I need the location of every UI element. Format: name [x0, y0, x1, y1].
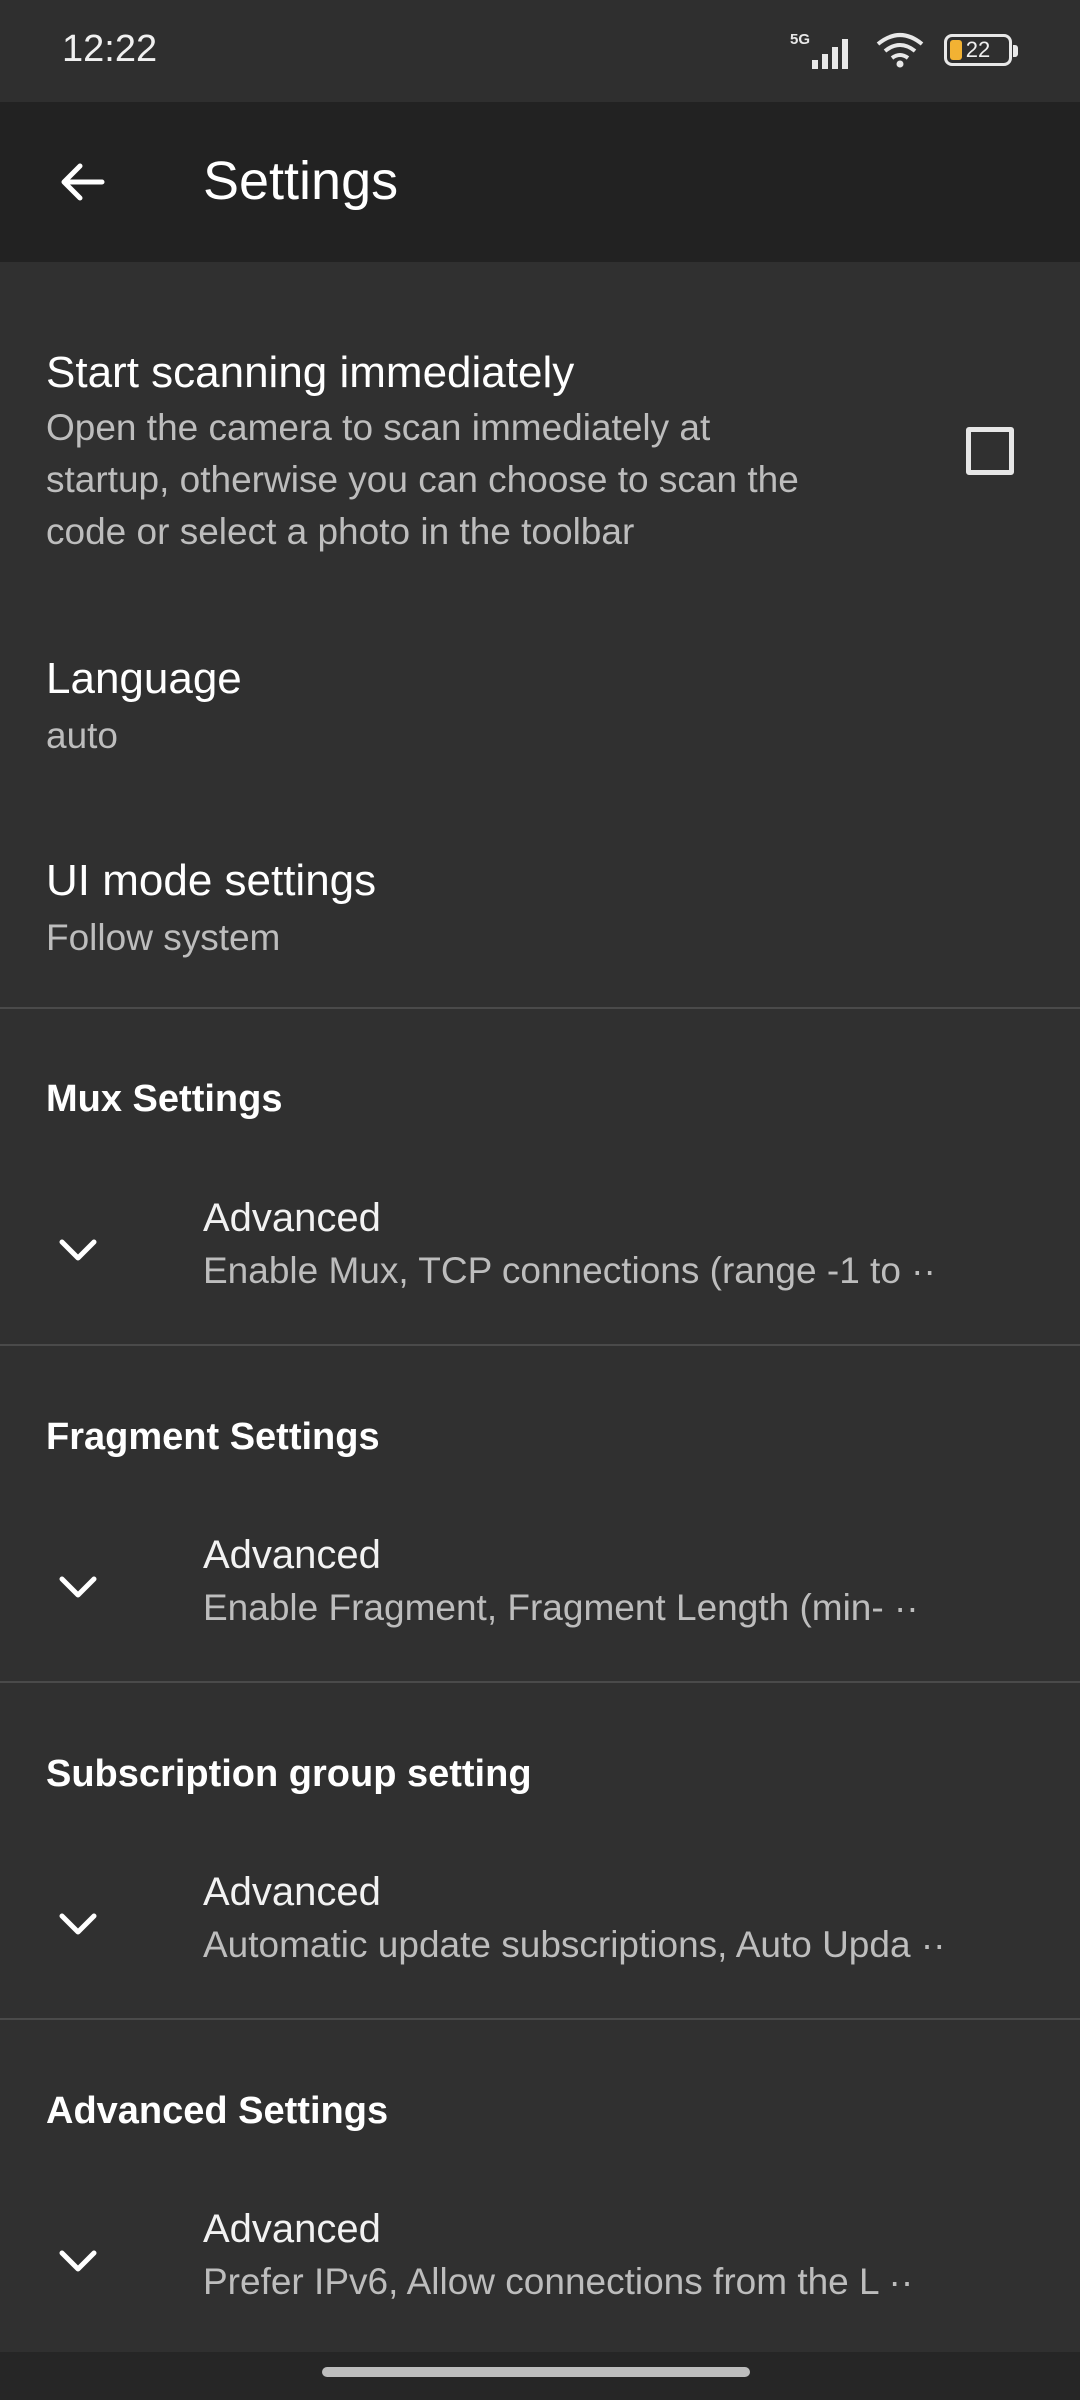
section-header-fragment: Fragment Settings — [46, 1416, 380, 1458]
start-scanning-preference[interactable]: Start scanning immediately Open the came… — [0, 330, 1080, 560]
mux-advanced-row[interactable]: Advanced Enable Mux, TCP connections (ra… — [0, 1180, 1080, 1320]
battery-level: 22 — [965, 37, 991, 62]
subscription-advanced-title: Advanced — [203, 1870, 381, 1914]
status-bar: 12:22 5G 22 — [0, 0, 1080, 102]
app-bar: Settings — [0, 102, 1080, 262]
start-scanning-description-line: Open the camera to scan immediately at — [46, 407, 711, 448]
advanced-settings-row[interactable]: Advanced Prefer IPv6, Allow connections … — [0, 2191, 1080, 2331]
divider — [0, 1681, 1080, 1683]
wifi-icon — [876, 33, 924, 68]
section-header-mux: Mux Settings — [46, 1078, 283, 1120]
ui-mode-title: UI mode settings — [46, 856, 377, 905]
arrow-left-icon — [61, 163, 105, 201]
start-scanning-description: Open the camera to scan immediately at s… — [46, 402, 946, 558]
subscription-advanced-row[interactable]: Advanced Automatic update subscriptions,… — [0, 1854, 1080, 1994]
start-scanning-description-line: code or select a photo in the toolbar — [46, 511, 635, 552]
fragment-advanced-row[interactable]: Advanced Enable Fragment, Fragment Lengt… — [0, 1517, 1080, 1657]
ui-mode-value: Follow system — [46, 917, 281, 958]
advanced-settings-title: Advanced — [203, 2207, 381, 2251]
chevron-down-icon — [59, 1239, 97, 1261]
gesture-handle[interactable] — [322, 2367, 750, 2377]
divider — [0, 1007, 1080, 1009]
language-value: auto — [46, 715, 119, 756]
start-scanning-description-line: startup, otherwise you can choose to sca… — [46, 459, 799, 500]
divider — [0, 2018, 1080, 2020]
start-scanning-title: Start scanning immediately — [46, 348, 575, 397]
ui-mode-preference[interactable]: UI mode settings Follow system — [0, 842, 1080, 982]
status-icons: 5G 22 — [790, 26, 1018, 74]
divider — [0, 1344, 1080, 1346]
start-scanning-checkbox[interactable] — [966, 427, 1014, 475]
advanced-settings-summary: Prefer IPv6, Allow connections from the … — [203, 2261, 914, 2302]
svg-text:5G: 5G — [790, 31, 810, 48]
page-title: Settings — [203, 151, 399, 211]
status-time: 12:22 — [62, 28, 158, 70]
language-preference[interactable]: Language auto — [0, 640, 1080, 780]
chevron-down-icon — [59, 1576, 97, 1598]
section-header-subscription-group: Subscription group setting — [46, 1753, 532, 1795]
fragment-advanced-title: Advanced — [203, 1533, 381, 1577]
signal-icon: 5G — [790, 31, 848, 69]
back-button[interactable] — [38, 138, 126, 226]
battery-fill — [950, 40, 962, 60]
chevron-down-icon — [59, 2250, 97, 2272]
language-title: Language — [46, 654, 242, 703]
subscription-advanced-summary: Automatic update subscriptions, Auto Upd… — [203, 1924, 946, 1965]
chevron-down-icon — [59, 1913, 97, 1935]
battery-icon: 22 — [944, 34, 1018, 66]
mux-advanced-title: Advanced — [203, 1196, 381, 1240]
section-header-advanced: Advanced Settings — [46, 2090, 389, 2132]
fragment-advanced-summary: Enable Fragment, Fragment Length (min- ·… — [203, 1587, 919, 1628]
mux-advanced-summary: Enable Mux, TCP connections (range -1 to… — [203, 1250, 936, 1291]
